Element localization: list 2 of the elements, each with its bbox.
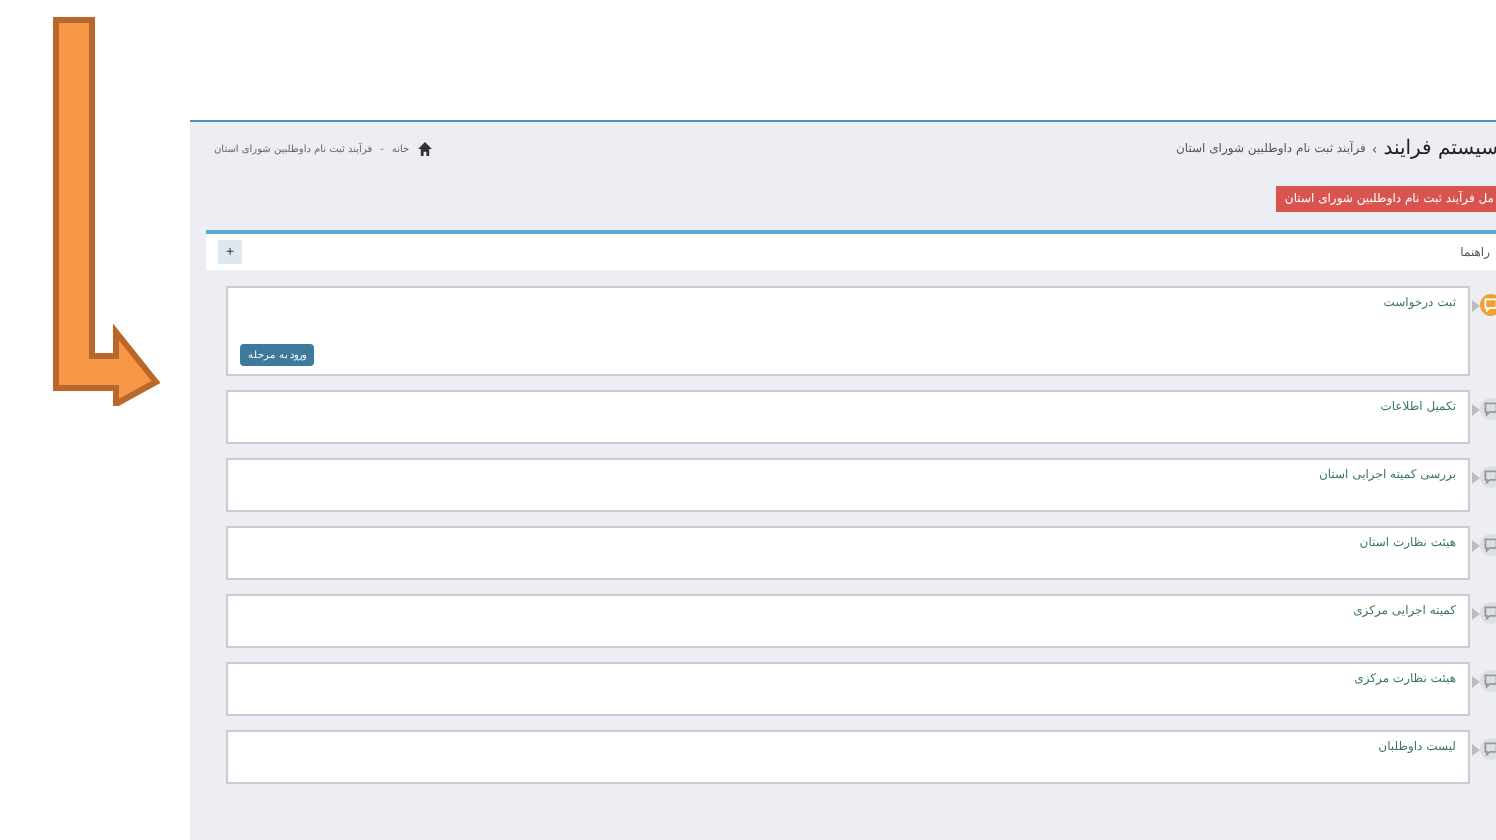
home-icon bbox=[417, 142, 432, 156]
page-title: سیستم فرایند bbox=[1383, 138, 1496, 160]
